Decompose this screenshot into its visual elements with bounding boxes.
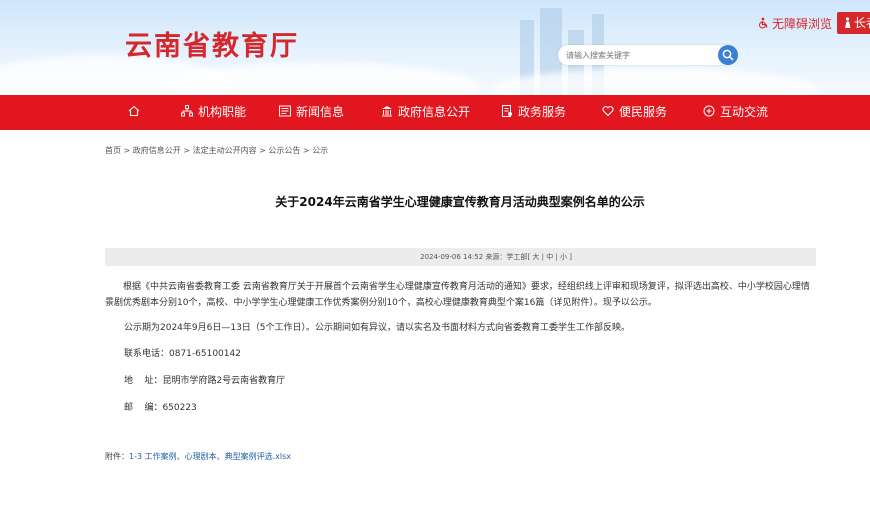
nav-home[interactable] [128, 95, 145, 130]
font-size-medium[interactable]: 中 [546, 253, 553, 261]
breadcrumb-item[interactable]: 首页 [105, 146, 121, 155]
accessibility-link[interactable]: 无障碍浏览 [758, 15, 832, 32]
breadcrumb-item[interactable]: 政府信息公开 [133, 146, 181, 155]
breadcrumb-item[interactable]: 公示公告 [268, 146, 300, 155]
article-paragraph: 公示期为2024年9月6日—13日（5个工作日）。公示期间如有异议，请以实名及书… [124, 323, 631, 333]
article-paragraph: 根据《中共云南省委教育工委 云南省教育厅关于开展首个云南省学生心理健康宣传教育月… [105, 282, 810, 308]
home-icon [128, 105, 140, 117]
nav-item-convenience[interactable]: 便民服务 [602, 95, 667, 130]
main-nav: 机构职能 新闻信息 政府信息公开 政务服务 便民服务 互动交流 [0, 95, 870, 130]
nav-item-interaction[interactable]: 互动交流 [703, 95, 768, 130]
person-icon [845, 17, 851, 28]
contact-postcode: 邮 编：650223 [124, 403, 197, 413]
article-title: 关于2024年云南省学生心理健康宣传教育月活动典型案例名单的公示 [275, 195, 645, 209]
elder-mode-label: 长者 [854, 16, 870, 30]
nav-item-org[interactable]: 机构职能 [181, 95, 246, 130]
font-size-small[interactable]: 小 [560, 253, 567, 261]
search-icon [722, 49, 734, 61]
service-icon [502, 105, 512, 117]
search-input[interactable] [566, 48, 711, 62]
attachment-label: 附件： [105, 452, 129, 461]
contact-address: 地 址：昆明市学府路2号云南省教育厅 [124, 376, 286, 386]
nav-item-gov-info[interactable]: 政府信息公开 [381, 95, 470, 130]
org-icon [181, 105, 193, 117]
nav-item-label: 政务服务 [518, 105, 567, 119]
nav-item-gov-service[interactable]: 政务服务 [501, 95, 566, 130]
search-button[interactable] [718, 45, 738, 65]
nav-item-label: 新闻信息 [296, 105, 345, 119]
nav-item-label: 政府信息公开 [398, 105, 471, 119]
wheelchair-icon [759, 17, 768, 29]
search-box [558, 45, 736, 65]
site-title: 云南省教育厅 [125, 31, 299, 62]
breadcrumb: 首页 > 政府信息公开 > 法定主动公开内容 > 公示公告 > 公示 [105, 146, 329, 155]
article-meta: 2024-09-06 14:52 来源：学工部[ 大 | 中 | 小 ] [420, 253, 572, 261]
header-cloud-decoration [160, 62, 480, 95]
attachment-link[interactable]: 1-3 工作案例、心理剧本、典型案例评选.xlsx [129, 452, 291, 461]
font-size-large[interactable]: 大 [532, 253, 539, 261]
site-header: 云南省教育厅 无障碍浏览 长者 [0, 0, 870, 95]
publish-date: 2024-09-06 14:52 [420, 253, 484, 261]
breadcrumb-item[interactable]: 法定主动公开内容 [193, 146, 257, 155]
accessibility-label: 无障碍浏览 [772, 17, 833, 31]
nav-item-news[interactable]: 新闻信息 [279, 95, 344, 130]
article-meta-bar: 2024-09-06 14:52 来源：学工部[ 大 | 中 | 小 ] [105, 248, 816, 266]
attachment: 附件：1-3 工作案例、心理剧本、典型案例评选.xlsx [105, 451, 291, 462]
nav-item-label: 便民服务 [619, 105, 668, 119]
elder-mode-button[interactable]: 长者 [837, 12, 870, 34]
article-source: 来源：学工部 [485, 253, 528, 261]
heart-icon [602, 106, 614, 117]
gov-icon [382, 106, 392, 117]
nav-item-label: 互动交流 [720, 105, 769, 119]
plus-circle-icon [703, 105, 715, 117]
contact-phone: 联系电话：0871-65100142 [124, 349, 241, 359]
nav-item-label: 机构职能 [198, 105, 247, 119]
news-icon [279, 105, 291, 117]
breadcrumb-item[interactable]: 公示 [312, 146, 328, 155]
